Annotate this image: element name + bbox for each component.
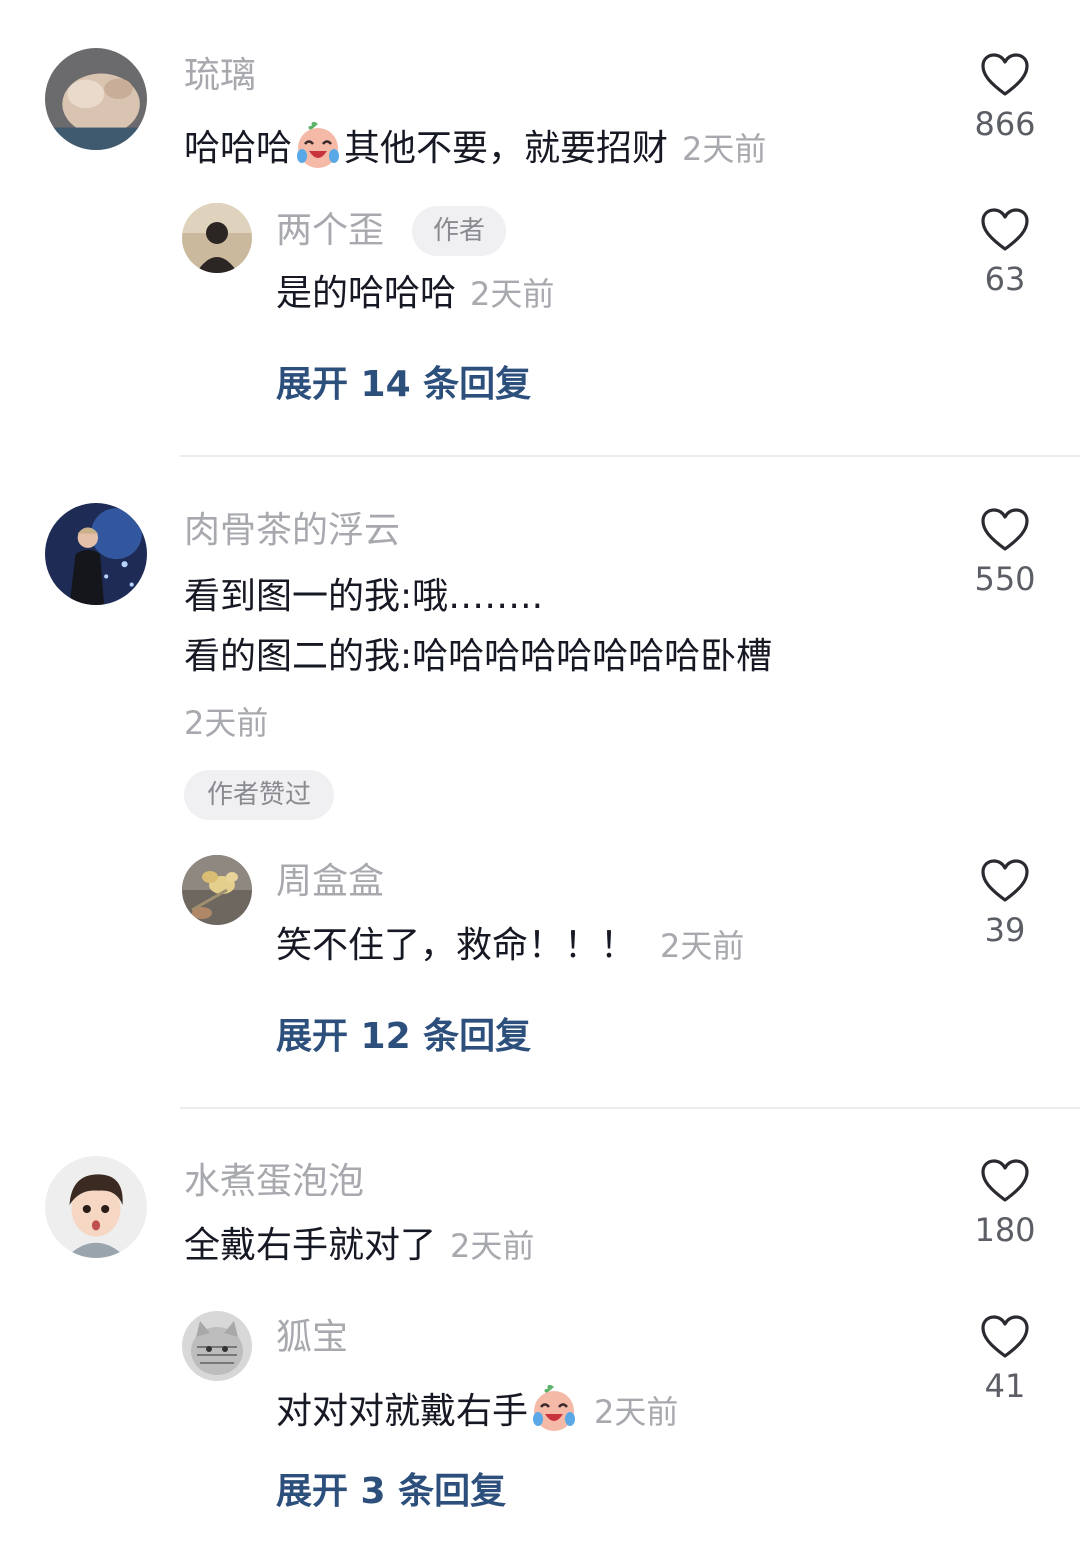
author-liked-tag: 作者赞过 bbox=[184, 770, 334, 820]
crying-laugh-emoji-icon bbox=[292, 118, 344, 170]
like-count: 41 bbox=[984, 1367, 1026, 1405]
comment-text-line: 看到图一的我:哦…….. bbox=[184, 576, 544, 617]
like-count: 180 bbox=[974, 1211, 1036, 1249]
comment-time: 2天前 bbox=[184, 704, 269, 742]
like-count: 63 bbox=[984, 260, 1026, 298]
thread-divider bbox=[180, 455, 1080, 457]
avatar-image bbox=[45, 48, 147, 150]
expand-replies-link[interactable]: 展开 14 条回复 bbox=[276, 365, 531, 405]
comment-text-part: 哈哈哈 bbox=[184, 128, 293, 169]
reply-time: 2天前 bbox=[660, 927, 745, 965]
like-count: 39 bbox=[984, 911, 1026, 949]
heart-icon bbox=[981, 53, 1029, 96]
reply-text: 对对对就戴右手 2天前 bbox=[276, 1381, 678, 1433]
reply-like-button[interactable]: 39 bbox=[960, 858, 1050, 950]
like-count: 866 bbox=[974, 105, 1036, 143]
reply-avatar[interactable] bbox=[182, 203, 252, 273]
reply-like-button[interactable]: 41 bbox=[960, 1314, 1050, 1406]
like-count: 550 bbox=[974, 560, 1036, 598]
like-button[interactable]: 550 bbox=[960, 507, 1050, 599]
expand-replies-link[interactable]: 展开 3 条回复 bbox=[276, 1472, 506, 1512]
user-avatar[interactable] bbox=[45, 48, 147, 150]
heart-icon bbox=[981, 859, 1029, 902]
reply-username[interactable]: 狐宝 bbox=[276, 1318, 348, 1358]
reply-time: 2天前 bbox=[594, 1393, 679, 1431]
comment-username[interactable]: 肉骨茶的浮云 bbox=[184, 511, 400, 551]
comment-text: 全戴右手就对了 2天前 bbox=[184, 1226, 534, 1266]
user-avatar[interactable] bbox=[45, 1156, 147, 1258]
author-tag: 作者 bbox=[412, 206, 506, 256]
comment-text-part: 全戴右手就对了 bbox=[184, 1225, 437, 1266]
reply-time: 2天前 bbox=[470, 275, 555, 313]
reply-like-button[interactable]: 63 bbox=[960, 207, 1050, 299]
thread-divider bbox=[180, 1107, 1080, 1109]
heart-icon bbox=[981, 208, 1029, 251]
reply-text: 是的哈哈哈 2天前 bbox=[276, 274, 554, 314]
reply-text: 笑不住了，救命！！！ 2天前 bbox=[276, 926, 744, 966]
reply-username[interactable]: 周盒盒 bbox=[276, 862, 384, 902]
reply-text-part: 是的哈哈哈 bbox=[276, 273, 457, 314]
comment-text: 哈哈哈 其他不要，就要招财 2天前 bbox=[184, 118, 766, 170]
expand-replies-link[interactable]: 展开 12 条回复 bbox=[276, 1017, 531, 1057]
comment-time: 2天前 bbox=[450, 1227, 535, 1265]
avatar-image bbox=[182, 203, 252, 273]
reply-text-part: 对对对就戴右手 bbox=[276, 1391, 529, 1432]
user-avatar[interactable] bbox=[45, 503, 147, 605]
heart-icon bbox=[981, 1159, 1029, 1202]
comment-username[interactable]: 琉璃 bbox=[184, 56, 256, 96]
comment-text-line: 看的图二的我:哈哈哈哈哈哈哈哈卧槽 bbox=[184, 636, 773, 677]
comment-time: 2天前 bbox=[682, 130, 767, 168]
comment-username[interactable]: 水煮蛋泡泡 bbox=[184, 1162, 364, 1202]
like-button[interactable]: 180 bbox=[960, 1158, 1050, 1250]
like-button[interactable]: 866 bbox=[960, 52, 1050, 144]
heart-icon bbox=[981, 1315, 1029, 1358]
heart-icon bbox=[981, 508, 1029, 551]
avatar-image bbox=[45, 1156, 147, 1258]
reply-avatar[interactable] bbox=[182, 855, 252, 925]
avatar-image bbox=[182, 855, 252, 925]
avatar-image bbox=[45, 503, 147, 605]
reply-text-part: 笑不住了，救命！！！ bbox=[276, 925, 637, 966]
comment-text-part: 其他不要，就要招财 bbox=[344, 128, 669, 169]
reply-username[interactable]: 两个歪 bbox=[276, 211, 384, 251]
crying-laugh-emoji-icon bbox=[528, 1381, 580, 1433]
reply-avatar[interactable] bbox=[182, 1311, 252, 1381]
avatar-image bbox=[182, 1311, 252, 1381]
